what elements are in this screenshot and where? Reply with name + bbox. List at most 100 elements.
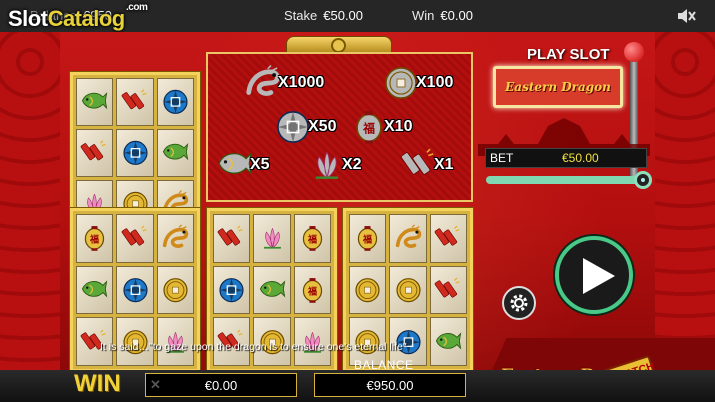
hud-stake-label: Stake <box>284 8 318 23</box>
scratch-cell[interactable] <box>76 129 114 177</box>
hud-win-label: Win <box>412 8 435 23</box>
medallion-icon <box>219 277 244 303</box>
firecracker-icon <box>121 89 147 110</box>
x-mark-icon: ✕ <box>150 377 161 392</box>
lantern-silver-icon: 福 <box>350 108 388 146</box>
win-amount: €0.00 <box>204 377 238 393</box>
slot-lever-ball-icon <box>624 42 644 62</box>
scratch-cell[interactable] <box>213 265 251 315</box>
firecracker-icon <box>80 140 106 161</box>
scratch-cell[interactable]: 福 <box>349 214 387 263</box>
prize-multiplier: X5 <box>250 156 270 173</box>
settings-button[interactable] <box>502 286 536 320</box>
svg-text:福: 福 <box>362 234 372 246</box>
hud-win: Win €0.00 <box>412 8 473 23</box>
logo-suffix: .com <box>126 2 148 13</box>
firecracker-icon <box>121 225 147 246</box>
scratch-cell[interactable] <box>429 265 467 315</box>
firecracker-silver-icon <box>400 146 438 184</box>
lantern-icon: 福 <box>302 277 322 303</box>
play-slot-label: PLAY SLOT <box>527 46 610 63</box>
coin-icon <box>355 277 380 303</box>
gear-icon <box>510 294 528 312</box>
scratch-cell[interactable] <box>156 78 194 126</box>
left-dragon-pattern <box>0 32 60 370</box>
carp-icon <box>82 92 108 110</box>
play-slot-sign-button[interactable]: Eastern Dragon <box>493 66 623 108</box>
prize-multiplier: X100 <box>416 74 454 91</box>
dragon-icon <box>162 224 189 249</box>
bet-label: BET <box>490 151 514 165</box>
lotus-silver-icon <box>308 146 346 184</box>
sound-toggle-button[interactable] <box>675 6 697 26</box>
dragon-icon <box>244 64 282 102</box>
win-amount-box: ✕ €0.00 <box>145 373 297 397</box>
carp-icon <box>259 280 285 298</box>
dragon-icon <box>395 224 421 249</box>
scratch-cell[interactable] <box>76 78 114 126</box>
svg-text:福: 福 <box>89 234 99 246</box>
svg-text:福: 福 <box>362 122 375 136</box>
scratch-cell[interactable] <box>116 214 154 263</box>
prize-multiplier: X50 <box>308 118 337 135</box>
svg-text:福: 福 <box>307 234 317 246</box>
scratch-cell[interactable] <box>116 129 154 177</box>
scratch-cell[interactable] <box>213 214 251 263</box>
coin-ornament-icon <box>331 38 346 53</box>
scratch-cell[interactable] <box>156 129 194 177</box>
prize-multiplier: X10 <box>384 118 413 135</box>
scratch-cell[interactable]: 福 <box>293 214 331 263</box>
firecracker-icon <box>217 225 243 246</box>
lantern-icon: 福 <box>358 226 378 252</box>
scratch-cell[interactable] <box>389 265 427 315</box>
balance-amount-box: €950.00 <box>314 373 466 397</box>
lotus-icon <box>263 227 281 249</box>
scratch-cell[interactable]: 福 <box>76 214 114 263</box>
prize-multiplier: X2 <box>342 156 362 173</box>
coin-icon <box>163 277 188 303</box>
bet-slider[interactable] <box>486 171 652 189</box>
prize-entry: X50 <box>274 108 336 146</box>
hud-stake-value: €50.00 <box>323 8 364 23</box>
firecracker-icon <box>434 225 460 246</box>
medallion-icon <box>122 140 148 166</box>
scratch-cell[interactable] <box>389 214 427 263</box>
lantern-icon: 福 <box>85 226 105 252</box>
scratch-cell[interactable] <box>429 214 467 263</box>
balance-amount: €950.00 <box>366 377 414 393</box>
prize-entry: X2 <box>308 146 362 184</box>
scratch-cell[interactable]: 福 <box>293 265 331 315</box>
coin-silver-icon <box>382 64 420 102</box>
scratch-cell[interactable] <box>116 265 154 315</box>
svg-text:福: 福 <box>307 285 317 297</box>
lantern-icon: 福 <box>302 226 322 252</box>
medallion-icon <box>163 89 188 115</box>
hud-win-value: €0.00 <box>440 8 473 23</box>
prize-entry: X5 <box>216 146 270 184</box>
bet-display: BET €50.00 <box>485 148 647 168</box>
scratch-cell[interactable] <box>349 265 387 315</box>
logo-part1: Slot <box>8 6 48 31</box>
firecracker-icon <box>434 277 460 298</box>
scratch-cell[interactable] <box>116 78 154 126</box>
prize-multiplier: X1000 <box>278 74 325 91</box>
bet-slider-knob[interactable] <box>634 171 652 189</box>
top-hud-bar: Balance €950 SlotCatalog .com Stake €50.00… <box>0 0 715 32</box>
prize-table: X1000 X100 X50 福 X10 X5 X2 X1 <box>206 52 473 202</box>
carp-silver-icon <box>216 146 254 184</box>
slotcatalog-logo: SlotCatalog .com <box>8 2 148 32</box>
scratch-cell[interactable] <box>253 214 291 263</box>
medallion-icon <box>122 277 148 303</box>
carp-icon <box>82 280 108 298</box>
win-label: WIN <box>74 370 121 397</box>
medallion-silver-icon <box>274 108 312 146</box>
scratch-cell[interactable] <box>156 265 194 315</box>
prize-entry: X100 <box>382 64 453 102</box>
logo-part2: Catalog <box>47 6 126 31</box>
slot-sign-text: Eastern Dragon <box>505 80 611 94</box>
play-button[interactable] <box>555 236 633 314</box>
scratch-cell[interactable] <box>156 214 194 263</box>
scratch-cell[interactable] <box>76 265 114 315</box>
scratch-cell[interactable] <box>253 265 291 315</box>
hud-stake: Stake €50.00 <box>284 8 363 23</box>
